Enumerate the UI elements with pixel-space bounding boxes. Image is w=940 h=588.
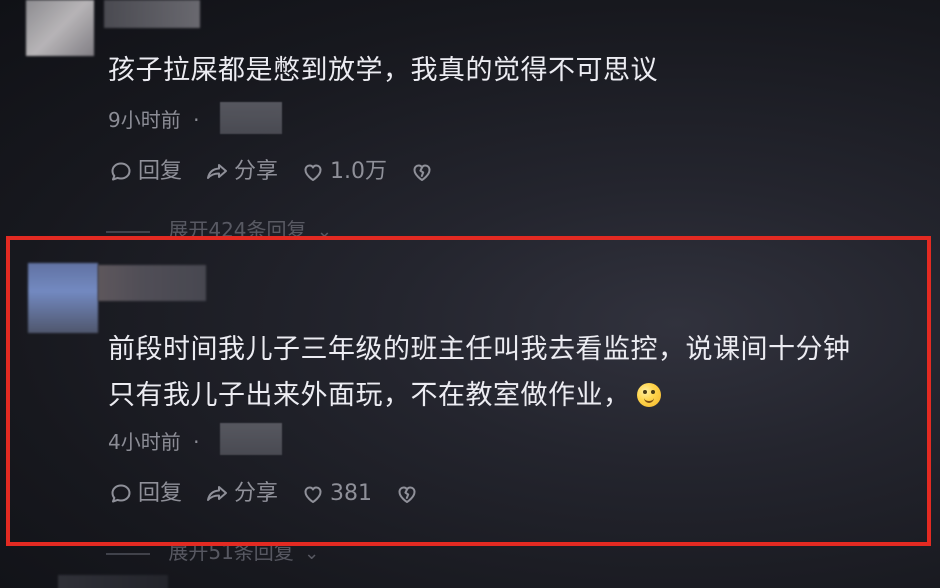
comment-1-reply-label: 回复 <box>138 159 183 184</box>
comment-2-location-blur <box>220 423 282 455</box>
comment-2-expand-label: 展开51条回复 <box>168 540 294 564</box>
heart-icon <box>298 479 328 509</box>
comment-1-actions: 回复 分享 1.0万 <box>106 157 459 187</box>
share-arrow-icon <box>202 157 232 187</box>
comment-1-separator: · <box>193 108 200 132</box>
comment-2-line-2-wrap: 只有我儿子出来外面玩，不在教室做作业， <box>108 373 851 419</box>
broken-heart-icon <box>407 157 437 187</box>
blurred-avatar-top <box>26 0 94 56</box>
comment-1-expand-label: 展开424条回复 <box>168 218 307 242</box>
comment-1-location-blur <box>220 102 282 134</box>
comment-1-like-count: 1.0万 <box>330 159 388 184</box>
blurred-avatar-bottom <box>28 263 98 333</box>
comment-1-dislike-button[interactable] <box>407 157 439 187</box>
broken-heart-icon <box>392 479 422 509</box>
chevron-down-icon: ⌄ <box>304 543 320 564</box>
comment-2-dislike-button[interactable] <box>392 479 424 509</box>
comment-bubble-icon <box>106 157 136 187</box>
comment-2-reply-button[interactable]: 回复 <box>106 479 182 509</box>
comment-1-like-button[interactable]: 1.0万 <box>298 157 387 187</box>
blurred-next-comment <box>58 575 168 588</box>
comment-2-actions: 回复 分享 381 <box>106 479 444 509</box>
comment-2-expand-replies[interactable]: 展开51条回复 ⌄ <box>106 540 319 566</box>
expand-divider <box>106 552 150 555</box>
comment-2-share-label: 分享 <box>234 481 279 506</box>
comment-1-reply-button[interactable]: 回复 <box>106 157 182 187</box>
grinning-face-icon <box>636 383 661 407</box>
comment-bubble-icon <box>106 479 136 509</box>
comment-1-line-1: 孩子拉屎都是憋到放学，我真的觉得不可思议 <box>108 55 658 86</box>
blurred-username-bottom <box>98 265 206 301</box>
comment-2-like-button[interactable]: 381 <box>298 479 372 509</box>
comment-2-time: 4小时前 <box>108 430 181 454</box>
blurred-username-top <box>104 0 200 28</box>
comment-2-line-2: 只有我儿子出来外面玩，不在教室做作业， <box>108 380 631 411</box>
expand-divider <box>106 230 150 233</box>
comment-1-meta: 9小时前 · <box>108 107 199 133</box>
comment-1-share-label: 分享 <box>234 159 279 184</box>
comment-2-share-button[interactable]: 分享 <box>202 479 278 509</box>
comment-1-expand-replies[interactable]: 展开424条回复 ⌄ <box>106 218 332 244</box>
comment-2-line-1: 前段时间我儿子三年级的班主任叫我去看监控，说课间十分钟 <box>108 334 851 365</box>
chevron-down-icon: ⌄ <box>316 221 332 242</box>
comment-1-share-button[interactable]: 分享 <box>202 157 278 187</box>
heart-icon <box>298 157 328 187</box>
comment-2-like-count: 381 <box>330 481 373 506</box>
comment-2-separator: · <box>193 430 200 454</box>
comment-1-text: 孩子拉屎都是憋到放学，我真的觉得不可思议 <box>108 48 658 94</box>
share-arrow-icon <box>202 479 232 509</box>
comment-2-text: 前段时间我儿子三年级的班主任叫我去看监控，说课间十分钟 只有我儿子出来外面玩，不… <box>108 327 851 419</box>
comment-2-reply-label: 回复 <box>138 481 183 506</box>
comment-2-meta: 4小时前 · <box>108 429 199 455</box>
comment-feed: 孩子拉屎都是憋到放学，我真的觉得不可思议 9小时前 · 回复 分享 1.0万 展… <box>0 0 940 588</box>
comment-1-time: 9小时前 <box>108 108 181 132</box>
